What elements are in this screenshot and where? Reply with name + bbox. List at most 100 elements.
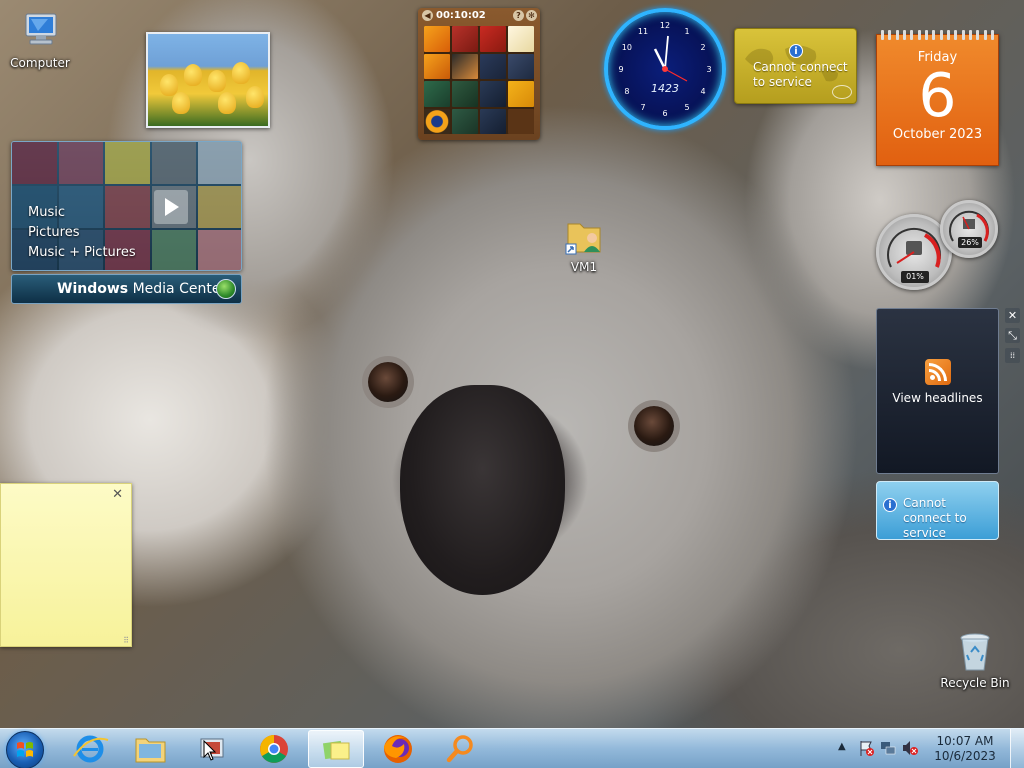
show-hidden-icons-icon[interactable]: ▲ <box>838 741 846 752</box>
koala-nose <box>400 385 565 595</box>
taskbar-internet-explorer[interactable] <box>62 730 118 768</box>
taskbar-mozilla-firefox[interactable] <box>370 730 426 768</box>
recycle-bin-label: Recycle Bin <box>940 676 1010 690</box>
second-hand <box>664 68 688 82</box>
gadget-size-icon[interactable]: ⤡ <box>1005 328 1020 343</box>
clock-numeral: 1 <box>684 27 689 36</box>
puzzle-tile[interactable] <box>424 26 450 52</box>
calendar-month-year: October 2023 <box>892 127 983 142</box>
puzzle-shuffle-icon[interactable]: ✻ <box>526 10 537 21</box>
puzzle-tile[interactable] <box>424 53 450 79</box>
search-icon <box>446 735 473 763</box>
koala-left-eye <box>368 362 408 402</box>
puzzle-tile[interactable] <box>480 26 506 52</box>
clock-numeral: 9 <box>618 65 623 74</box>
view-headlines-link[interactable]: View headlines <box>877 391 998 405</box>
tulip-image <box>172 92 190 114</box>
media-center-gadget[interactable]: Music Pictures Music + Pictures <box>11 141 242 271</box>
network-icon[interactable] <box>880 739 896 757</box>
slideshow-gadget[interactable] <box>146 32 270 128</box>
taskbar-clock[interactable]: 10:07 AM 10/6/2023 <box>930 734 1000 764</box>
folder-icon <box>135 738 166 763</box>
vm1-desktop-icon[interactable]: VM1 <box>544 214 624 274</box>
media-center-launch-bar[interactable]: Windows Media Center <box>11 274 242 304</box>
taskbar: ▲ 10:07 AM 10/6/2023 <box>0 728 1024 768</box>
taskbar-time: 10:07 AM <box>936 734 994 748</box>
puzzle-tile[interactable] <box>424 108 450 134</box>
gadget-drag-handle-icon[interactable]: ⁞⁞ <box>1005 348 1020 363</box>
puzzle-tile[interactable] <box>480 108 506 134</box>
volume-muted-icon[interactable] <box>902 739 918 757</box>
clock-gadget[interactable]: 11 10 9 8 7 6 5 4 3 2 1 12 1423 <box>604 8 726 130</box>
media-menu: Music Pictures Music + Pictures <box>28 203 136 263</box>
puzzle-tile[interactable] <box>508 53 534 79</box>
stocks-gadget[interactable]: i Cannot connect to service <box>876 481 999 540</box>
puzzle-tile[interactable] <box>480 53 506 79</box>
clock-numeral: 7 <box>640 103 645 112</box>
taskbar-windows-explorer[interactable] <box>122 730 178 768</box>
firefox-icon <box>384 735 412 763</box>
computer-label: Computer <box>10 56 70 70</box>
puzzle-header: ◀ 00:10:02 ? ✻ <box>418 8 540 24</box>
taskbar-search[interactable] <box>432 730 488 768</box>
clock-numeral: 8 <box>624 87 629 96</box>
computer-desktop-icon[interactable]: Computer <box>0 10 80 70</box>
clock-face: 11 10 9 8 7 6 5 4 3 2 1 12 1423 <box>618 21 711 118</box>
weather-message: Cannot connect to service <box>753 60 848 89</box>
puzzle-tile[interactable] <box>508 81 534 107</box>
taskbar-google-chrome[interactable] <box>246 730 302 768</box>
note-resize-handle-icon[interactable]: ⠿ <box>123 636 129 645</box>
puzzle-tile[interactable] <box>424 81 450 107</box>
action-center-flag-icon[interactable] <box>858 739 874 757</box>
cpu-meter-gadget[interactable]: 01% 26% <box>876 200 998 292</box>
feed-headlines-gadget[interactable]: View headlines <box>876 308 999 474</box>
puzzle-tile[interactable] <box>452 26 478 52</box>
media-play-icon[interactable] <box>154 190 188 224</box>
media-menu-music[interactable]: Music <box>28 203 136 223</box>
calendar-rings <box>881 30 994 40</box>
clock-numeral: 2 <box>701 43 706 52</box>
puzzle-tile[interactable] <box>452 81 478 107</box>
media-menu-music-pictures[interactable]: Music + Pictures <box>28 243 136 263</box>
puzzle-tile[interactable] <box>452 53 478 79</box>
clock-numeral: 4 <box>701 87 706 96</box>
clock-numeral: 10 <box>622 43 632 52</box>
calendar-day: 6 <box>918 61 957 131</box>
show-desktop-button[interactable] <box>1010 729 1024 768</box>
tulip-image <box>246 86 264 108</box>
computer-icon <box>25 13 57 45</box>
minute-hand <box>664 35 669 70</box>
info-icon: i <box>789 44 803 58</box>
weather-gadget[interactable]: i Cannot connect to service <box>734 28 857 104</box>
mouse-cursor-icon <box>203 740 217 761</box>
media-center-brand-bold: Windows <box>57 281 129 297</box>
sticky-note[interactable]: ✕ ⠿ <box>0 483 132 647</box>
puzzle-tile[interactable] <box>480 81 506 107</box>
puzzle-empty-tile[interactable] <box>508 108 534 134</box>
note-close-icon[interactable]: ✕ <box>112 487 123 502</box>
info-icon: i <box>883 498 897 512</box>
clock-numeral: 5 <box>684 103 689 112</box>
vm1-label: VM1 <box>570 260 598 274</box>
puzzle-tile[interactable] <box>508 26 534 52</box>
taskbar-date: 10/6/2023 <box>934 749 996 763</box>
windows-orb-icon <box>216 279 236 299</box>
media-menu-pictures[interactable]: Pictures <box>28 223 136 243</box>
rss-icon <box>924 359 951 385</box>
clock-digital-readout: 1423 <box>651 82 679 95</box>
taskbar-sticky-notes[interactable] <box>308 730 364 768</box>
gadget-close-icon[interactable]: ✕ <box>1005 308 1020 323</box>
puzzle-help-icon[interactable]: ? <box>513 10 524 21</box>
picture-puzzle-gadget[interactable]: ◀ 00:10:02 ? ✻ <box>418 8 540 140</box>
recycle-bin-icon <box>960 633 990 671</box>
puzzle-back-icon[interactable]: ◀ <box>422 10 433 21</box>
chrome-icon <box>260 735 288 763</box>
calendar-gadget[interactable]: Friday 6 October 2023 <box>876 30 999 166</box>
koala-right-eye <box>634 406 674 446</box>
start-button[interactable] <box>6 731 44 768</box>
windows-logo-icon <box>17 742 33 757</box>
puzzle-tile[interactable] <box>452 108 478 134</box>
clock-numeral: 6 <box>662 109 667 118</box>
recycle-bin-desktop-icon[interactable]: Recycle Bin <box>935 630 1015 690</box>
tulip-image <box>208 70 226 92</box>
